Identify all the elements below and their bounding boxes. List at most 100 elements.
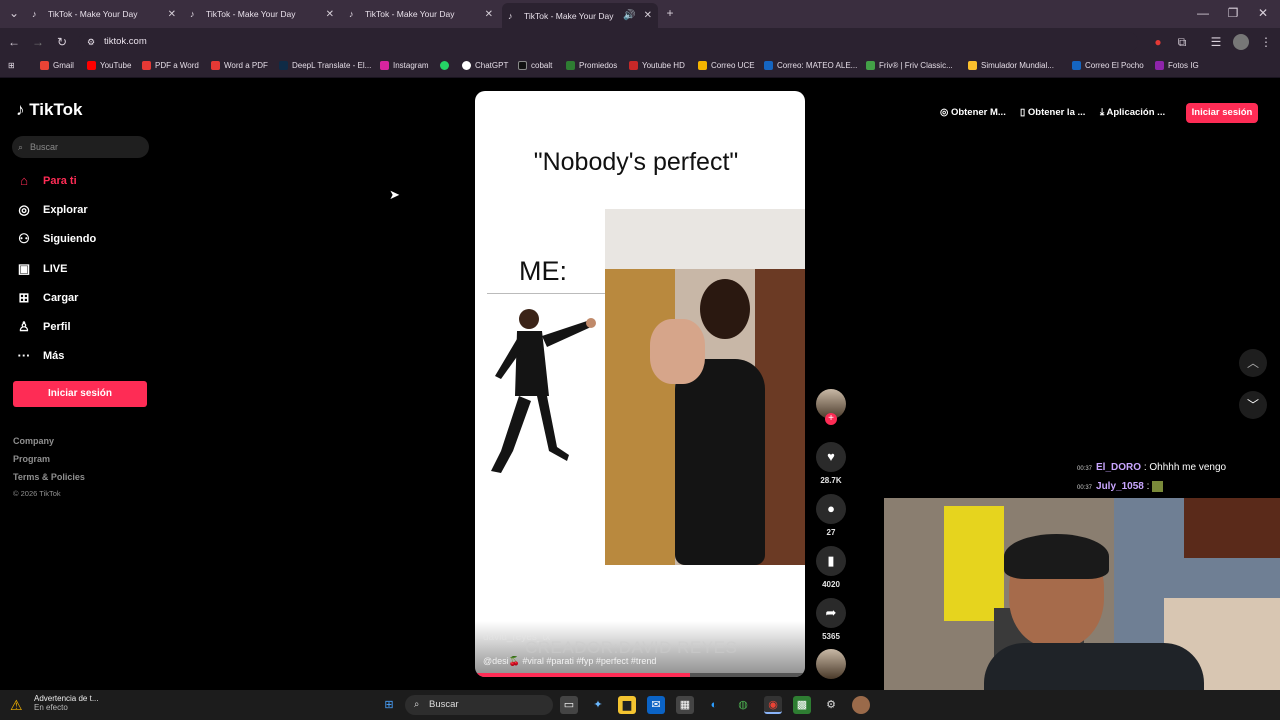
- bookmark-chatgpt[interactable]: ChatGPT: [462, 61, 508, 70]
- browser-tab-3[interactable]: ♪ TikTok - Make Your Day ✕: [343, 4, 499, 24]
- get-app-link[interactable]: ▯ Obtener la ...: [1020, 104, 1085, 122]
- creator-avatar[interactable]: +: [816, 389, 846, 425]
- reload-icon[interactable]: ↻: [54, 34, 70, 50]
- follow-plus-icon[interactable]: +: [825, 413, 837, 425]
- bookmark-deepl[interactable]: DeepL Translate - El...: [279, 61, 371, 70]
- live-icon: ▣: [17, 261, 31, 276]
- footer-terms[interactable]: Terms & Policies: [13, 472, 85, 482]
- comment-button[interactable]: ● 27: [816, 494, 846, 537]
- video-progress-bar[interactable]: [475, 673, 805, 677]
- bookmark-correo-uce[interactable]: Correo UCE: [698, 61, 755, 70]
- minimize-icon[interactable]: —: [1195, 5, 1211, 21]
- nav-live[interactable]: ▣ LIVE: [16, 259, 68, 279]
- new-tab-icon[interactable]: +: [662, 5, 678, 21]
- bookmark-cobalt[interactable]: cobalt: [518, 61, 552, 70]
- chrome-icon[interactable]: ◉: [764, 696, 782, 714]
- like-button[interactable]: ♥ 28.7K: [816, 442, 846, 485]
- bookmark-correo-mateo[interactable]: Correo: MATEO ALE...: [764, 61, 857, 70]
- nav-cargar[interactable]: ⊞ Cargar: [16, 288, 79, 308]
- outlook-icon[interactable]: ✉: [647, 696, 665, 714]
- top-link-label: Aplicación ...: [1106, 107, 1166, 118]
- extension-icon[interactable]: ●: [1150, 34, 1166, 50]
- minecraft-icon[interactable]: ▩: [793, 696, 811, 714]
- bookmark-whatsapp[interactable]: [440, 61, 453, 70]
- edge-icon[interactable]: ◐: [705, 696, 723, 714]
- profile-avatar-icon[interactable]: [1233, 34, 1249, 50]
- nav-mas[interactable]: ··· Más: [16, 346, 65, 366]
- tiktok-logo[interactable]: ♪ TikTok: [16, 100, 82, 120]
- close-tab-icon[interactable]: ✕: [168, 9, 176, 20]
- friv-icon: [866, 61, 875, 70]
- footer-program[interactable]: Program: [13, 454, 50, 464]
- bookmark-word-a-pdf[interactable]: Word a PDF: [211, 61, 268, 70]
- reading-list-icon[interactable]: ☰: [1208, 34, 1224, 50]
- gmail-icon: [40, 61, 49, 70]
- browser-tab-bar: ⌄ ♪ TikTok - Make Your Day ✕ ♪ TikTok - …: [0, 0, 1280, 28]
- nav-label: Para ti: [43, 175, 77, 187]
- site-info-icon[interactable]: ⚙: [87, 32, 95, 52]
- copilot-icon[interactable]: ✦: [589, 696, 607, 714]
- phone-icon: ▯: [1020, 107, 1028, 118]
- close-tab-icon[interactable]: ✕: [644, 10, 652, 21]
- video-player[interactable]: "Nobody's perfect" ME: david_reyes_tx CR…: [475, 91, 805, 677]
- extensions-puzzle-icon[interactable]: ⧉: [1174, 34, 1190, 50]
- back-icon[interactable]: ←: [6, 34, 22, 50]
- app-icon[interactable]: ◍: [734, 696, 752, 714]
- browser-tab-4-active[interactable]: ♪ TikTok - Make Your Day 🔊 ✕: [502, 3, 658, 28]
- file-explorer-icon[interactable]: ▆: [618, 696, 636, 714]
- pdf-icon: [142, 61, 151, 70]
- bookmark-label: Correo UCE: [711, 61, 755, 70]
- scroll-down-icon[interactable]: ﹀: [1239, 391, 1267, 419]
- close-tab-icon[interactable]: ✕: [326, 9, 334, 20]
- bookmark-simulador[interactable]: Simulador Mundial...: [968, 61, 1054, 70]
- search-icon: ⌕: [18, 142, 24, 152]
- taskbar-search[interactable]: ⌕ Buscar: [405, 695, 553, 715]
- bookmark-correo-pocho[interactable]: Correo El Pocho: [1072, 61, 1144, 70]
- login-button[interactable]: Iniciar sesión: [13, 381, 147, 407]
- promiedos-icon: [566, 61, 575, 70]
- bookmark-instagram[interactable]: Instagram: [380, 61, 429, 70]
- bookmark-friv[interactable]: Friv® | Friv Classic...: [866, 61, 953, 70]
- scroll-up-icon[interactable]: ︿: [1239, 349, 1267, 377]
- maximize-icon[interactable]: ❐: [1225, 5, 1241, 21]
- task-view-icon[interactable]: ▭: [560, 696, 578, 714]
- windows-start-icon[interactable]: ⊞: [380, 696, 398, 714]
- bookmark-fotos-ig[interactable]: Fotos IG: [1155, 61, 1199, 70]
- settings-gear-icon[interactable]: ⚙: [822, 696, 840, 714]
- nav-siguiendo[interactable]: ⚇ Siguiendo: [16, 229, 96, 249]
- bookmark-promiedos[interactable]: Promiedos: [566, 61, 617, 70]
- share-button[interactable]: ➦ 5365: [816, 598, 846, 641]
- login-button-top[interactable]: Iniciar sesión: [1186, 103, 1258, 123]
- url-bar[interactable]: ⚙ tiktok.com: [78, 32, 1138, 52]
- music-disc[interactable]: [816, 649, 846, 679]
- browser-tab-1[interactable]: ♪ TikTok - Make Your Day ✕: [26, 4, 182, 24]
- speaker-icon[interactable]: 🔊: [623, 10, 635, 21]
- nav-explorar[interactable]: ◎ Explorar: [16, 200, 87, 220]
- video-hashtags[interactable]: @desi🍒 #viral #parati #fyp #perfect #tre…: [483, 656, 656, 667]
- close-window-icon[interactable]: ✕: [1255, 5, 1271, 21]
- bookmark-youtube[interactable]: YouTube: [87, 61, 131, 70]
- forward-icon[interactable]: →: [30, 34, 46, 50]
- tab-search-icon[interactable]: ⌄: [6, 5, 22, 21]
- footer-company[interactable]: Company: [13, 436, 54, 446]
- nav-para-ti[interactable]: ⌂ Para ti: [16, 171, 77, 191]
- weather-warning-widget[interactable]: ⚠ Advertencia de t... En efecto: [10, 694, 98, 713]
- bookmark-label: Instagram: [393, 61, 429, 70]
- store-icon[interactable]: ▦: [676, 696, 694, 714]
- bookmark-youtube-hd[interactable]: Youtube HD: [629, 61, 685, 70]
- apps-grid-icon[interactable]: ⊞: [8, 61, 15, 70]
- browser-tab-2[interactable]: ♪ TikTok - Make Your Day ✕: [184, 4, 340, 24]
- save-button[interactable]: ▮ 4020: [816, 546, 846, 589]
- get-coins-link[interactable]: ◎ Obtener M...: [940, 104, 1006, 122]
- close-tab-icon[interactable]: ✕: [485, 9, 493, 20]
- desktop-app-link[interactable]: ⤓ Aplicación ...: [1100, 104, 1165, 122]
- tiktok-favicon-icon: ♪: [32, 9, 37, 19]
- bookmark-pdf-a-word[interactable]: PDF a Word: [142, 61, 199, 70]
- warning-icon: ⚠: [10, 697, 23, 713]
- nav-perfil[interactable]: ♙ Perfil: [16, 317, 70, 337]
- user-avatar-icon[interactable]: [852, 696, 870, 714]
- menu-dots-icon[interactable]: ⋮: [1258, 34, 1274, 50]
- bookmark-gmail[interactable]: Gmail: [40, 61, 74, 70]
- video-me-text: ME:: [519, 256, 568, 286]
- search-input[interactable]: ⌕ Buscar: [12, 136, 149, 158]
